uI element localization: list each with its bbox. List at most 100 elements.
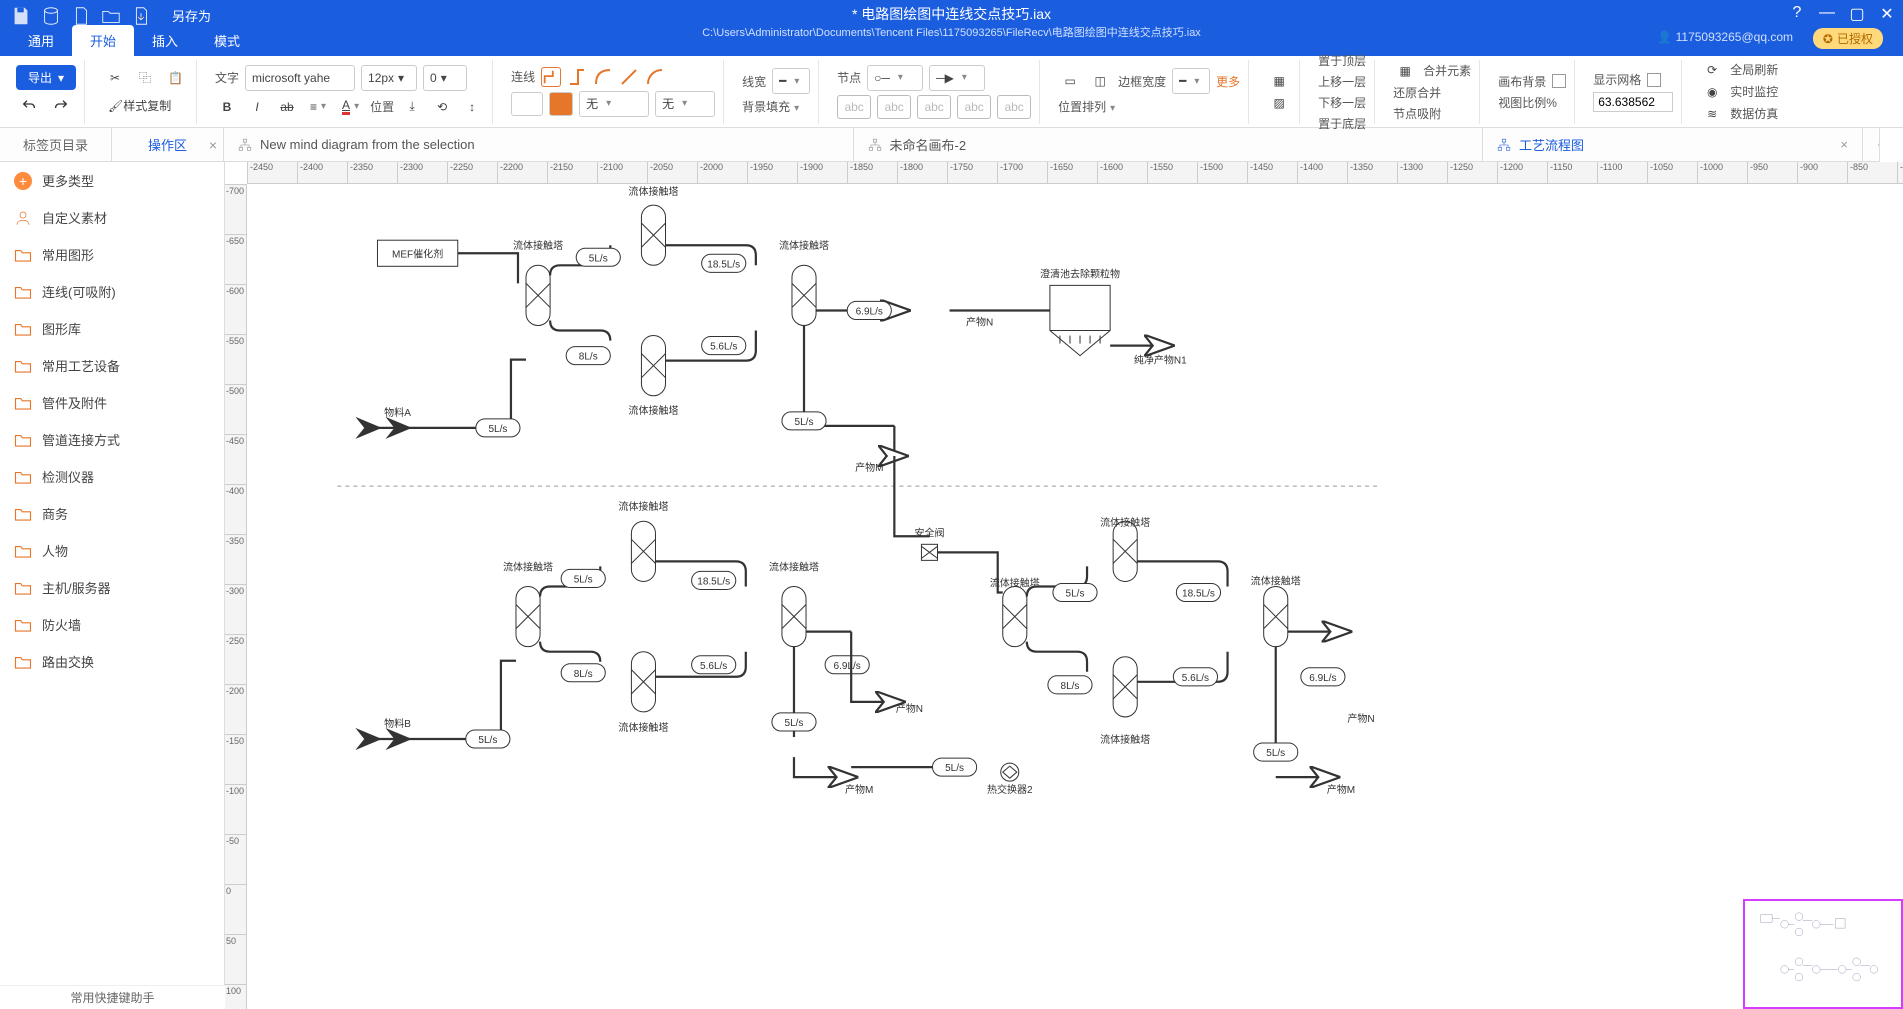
safety-valve[interactable] — [921, 544, 937, 560]
sidebar-item-custom[interactable]: 自定义素材 — [0, 199, 224, 236]
sidebar-item-pipe-connect[interactable]: 管道连接方式 — [0, 421, 224, 458]
save-icon[interactable] — [10, 7, 32, 25]
node-start-select[interactable]: ○─ — [867, 65, 923, 91]
refresh-icon[interactable]: ⟳ — [1700, 61, 1724, 79]
settling-tank[interactable] — [1050, 285, 1110, 355]
cut-icon[interactable]: ✂ — [103, 66, 127, 90]
tower-a4[interactable] — [792, 265, 816, 325]
merge-cells-icon[interactable]: ▦ — [1393, 62, 1417, 80]
abc-box-2[interactable]: abc — [877, 95, 911, 119]
close-icon[interactable]: × — [209, 137, 217, 153]
minimize-icon[interactable]: — — [1819, 4, 1835, 24]
sidebar-item-more[interactable]: +更多类型 — [0, 162, 224, 199]
arr-bottom[interactable]: 置于底层 — [1318, 115, 1366, 132]
strike-icon[interactable]: ab — [275, 95, 299, 119]
status-bar[interactable]: 常用快捷键助手 — [0, 985, 225, 1009]
connector-elbow2-icon[interactable] — [567, 67, 587, 87]
ungroup-icon[interactable]: ▨ — [1267, 94, 1291, 112]
sidebar-item-connectors[interactable]: 连线(可吸附) — [0, 273, 224, 310]
canvas-tab-2[interactable]: 工艺流程图× — [1483, 128, 1863, 161]
italic-icon[interactable]: I — [245, 95, 269, 119]
canvas-bg-check[interactable] — [1552, 74, 1566, 88]
paste-icon[interactable]: 📋 — [163, 66, 188, 90]
line-dash-select[interactable]: 无 — [655, 91, 715, 117]
valign-bottom-icon[interactable]: ⤓ — [400, 95, 424, 119]
font-family-select[interactable]: microsoft yahe — [245, 65, 355, 91]
font-color-icon[interactable]: A — [337, 95, 364, 119]
tab-general[interactable]: 通用 — [10, 25, 72, 56]
sim-icon[interactable]: ≋ — [1700, 105, 1724, 123]
sidebar-item-people[interactable]: 人物 — [0, 532, 224, 569]
export-button[interactable]: 导出 ▾ — [16, 65, 76, 90]
redo-icon[interactable] — [48, 94, 74, 118]
undo-icon[interactable] — [16, 94, 42, 118]
tab-mode[interactable]: 模式 — [196, 25, 258, 56]
show-grid-check[interactable] — [1647, 73, 1661, 87]
sidebar-item-instruments[interactable]: 检测仪器 — [0, 458, 224, 495]
abc-box-5[interactable]: abc — [997, 95, 1031, 119]
align-icon[interactable]: ≡ — [305, 95, 331, 119]
node-end-select[interactable]: ─▶ — [929, 65, 985, 91]
tower-a2[interactable] — [641, 205, 665, 265]
abc-box-4[interactable]: abc — [957, 95, 991, 119]
more-link[interactable]: 更多 — [1216, 73, 1240, 90]
canvas-tab-0[interactable]: New mind diagram from the selection — [224, 128, 854, 161]
folder-open-icon[interactable] — [100, 7, 122, 25]
tab-start[interactable]: 开始 — [72, 25, 134, 56]
monitor-icon[interactable]: ◉ — [1700, 83, 1724, 101]
tower-a3[interactable] — [641, 336, 665, 396]
pos-arrange-label[interactable]: 位置排列 — [1058, 98, 1115, 115]
unmerge-label[interactable]: 还原合并 — [1393, 84, 1441, 101]
sidebar-item-shape-lib[interactable]: 图形库 — [0, 310, 224, 347]
border-width-select[interactable]: ━ — [1172, 68, 1210, 94]
diagram-canvas[interactable]: .pipe{fill:none;stroke:#333;stroke-width… — [247, 184, 1903, 1009]
text-rotate-icon[interactable]: ⟲ — [430, 95, 454, 119]
border-style2-icon[interactable]: ◫ — [1088, 69, 1112, 93]
tab-insert[interactable]: 插入 — [134, 25, 196, 56]
sidebar-item-servers[interactable]: 主机/服务器 — [0, 569, 224, 606]
maximize-icon[interactable]: ▢ — [1849, 4, 1865, 24]
abc-box-3[interactable]: abc — [917, 95, 951, 119]
help-icon[interactable]: ? — [1789, 4, 1805, 24]
view-ratio-input[interactable] — [1593, 92, 1673, 112]
border-style-icon[interactable]: ▭ — [1058, 69, 1082, 93]
abc-box-1[interactable]: abc — [837, 95, 871, 119]
sidebar-item-firewall[interactable]: 防火墙 — [0, 606, 224, 643]
copy-icon[interactable]: ⿻ — [133, 66, 157, 90]
line-color-swatch[interactable] — [511, 92, 543, 116]
format-paint-icon[interactable]: 🖌 样式复制 — [103, 94, 176, 118]
line-width-select[interactable]: ━ — [772, 68, 810, 94]
sidebar-item-business[interactable]: 商务 — [0, 495, 224, 532]
connector-arc-icon[interactable] — [645, 67, 665, 87]
arr-down[interactable]: 下移一层 — [1318, 94, 1366, 111]
line-style-select[interactable]: 无 — [579, 91, 649, 117]
database-icon[interactable] — [40, 7, 62, 25]
canvas-area[interactable]: -2450-2400-2350-2300-2250-2200-2150-2100… — [225, 162, 1903, 1009]
opacity-select[interactable]: 0▾ — [423, 65, 467, 91]
license-badge[interactable]: ✪ 已授权 — [1813, 28, 1883, 49]
bg-fill-label[interactable]: 背景填充 — [742, 98, 799, 115]
arr-up[interactable]: 上移一层 — [1318, 73, 1366, 90]
new-file-icon[interactable] — [70, 7, 92, 25]
side-tab-workspace[interactable]: 操作区× — [112, 128, 224, 161]
sidebar-item-fittings[interactable]: 管件及附件 — [0, 384, 224, 421]
export-file-icon[interactable] — [130, 7, 152, 25]
bold-icon[interactable]: B — [215, 95, 239, 119]
close-tab-icon[interactable]: × — [1840, 137, 1848, 152]
process-flow-diagram[interactable]: .pipe{fill:none;stroke:#333;stroke-width… — [247, 184, 1903, 1009]
arr-top[interactable]: 置于顶层 — [1318, 52, 1366, 69]
side-tab-bookmarks[interactable]: 标签页目录 — [0, 128, 112, 161]
connector-curve-icon[interactable] — [593, 67, 613, 87]
tower-a1[interactable] — [526, 265, 550, 325]
canvas-tab-1[interactable]: 未命名画布-2 — [854, 128, 1484, 161]
group-icon[interactable]: ▦ — [1267, 72, 1291, 90]
font-size-select[interactable]: 12px▾ — [361, 65, 417, 91]
sidebar-item-common-shapes[interactable]: 常用图形 — [0, 236, 224, 273]
sidebar-item-routing[interactable]: 路由交换 — [0, 643, 224, 680]
saveas-label[interactable]: 另存为 — [172, 6, 211, 25]
line-accent-swatch[interactable] — [549, 92, 573, 116]
minimap-panel[interactable] — [1743, 899, 1903, 1009]
line-height-icon[interactable]: ↕ — [460, 95, 484, 119]
close-icon[interactable]: ✕ — [1879, 4, 1895, 24]
sidebar-item-process-equip[interactable]: 常用工艺设备 — [0, 347, 224, 384]
